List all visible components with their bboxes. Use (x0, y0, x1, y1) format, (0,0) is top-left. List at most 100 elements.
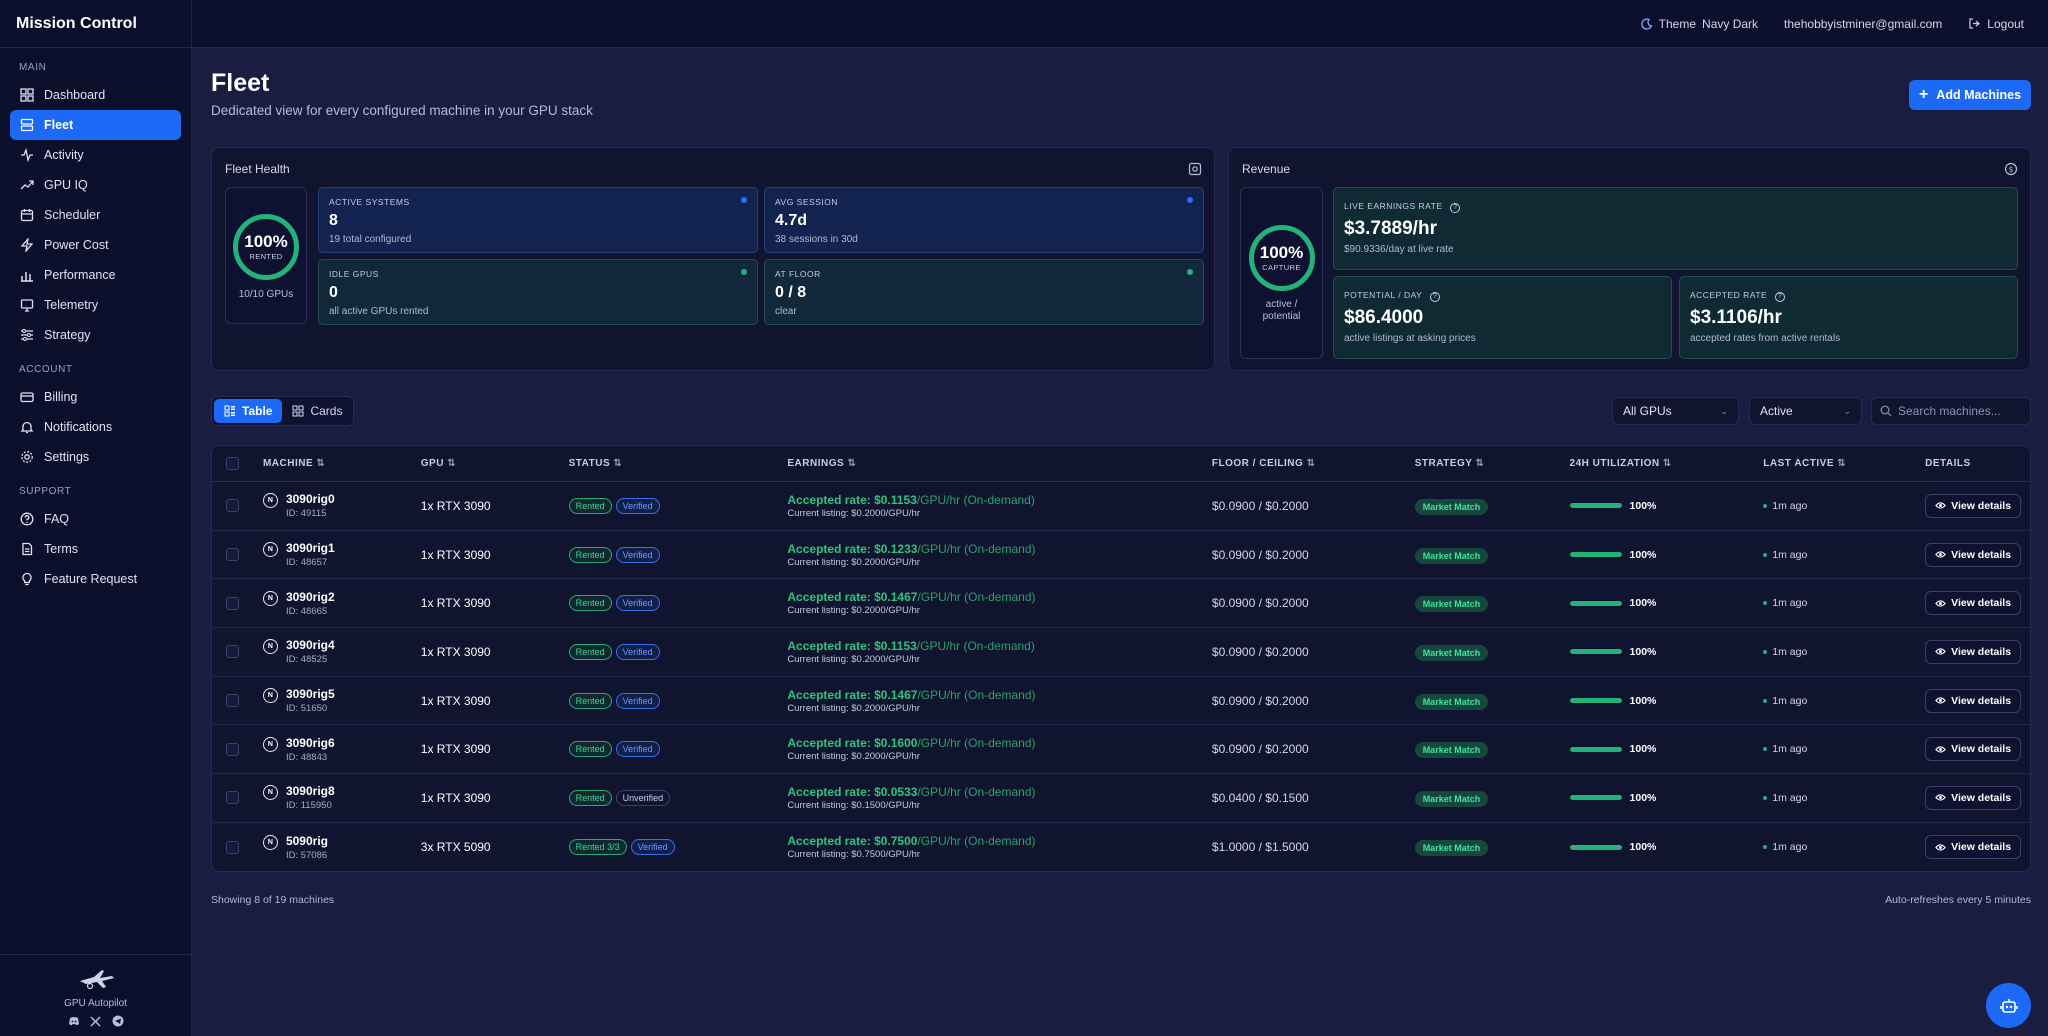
view-details-button[interactable]: View details (1925, 785, 2022, 810)
sidebar-item-gpu-iq[interactable]: GPU IQ (10, 170, 181, 200)
screenshot-icon[interactable] (1188, 162, 1202, 176)
utilization-track (1569, 552, 1622, 558)
gpu-cell: 1x RTX 3090 (420, 693, 491, 708)
sidebar-item-strategy[interactable]: Strategy (10, 320, 181, 350)
row-checkbox[interactable] (226, 645, 239, 659)
machines-table: MACHINE ⇅ GPU ⇅ STATUS ⇅ EARNINGS ⇅ FLOOR / … (211, 445, 2031, 872)
help-icon[interactable]: ? (1450, 203, 1461, 213)
stat-sub: 19 total configured (329, 234, 412, 245)
column-label: 24H UTILIZATION (1569, 458, 1660, 469)
gpu-filter-select[interactable]: All GPUs ⌄ (1612, 397, 1739, 425)
sidebar-item-activity[interactable]: Activity (10, 140, 181, 170)
rented-pct: 100% (244, 232, 288, 251)
status-dot (1187, 269, 1193, 275)
utilization-cell: 100% (1569, 548, 1764, 561)
sidebar-item-billing[interactable]: Billing (10, 382, 181, 412)
row-checkbox[interactable] (226, 840, 239, 854)
rented-badge: Rented 3/3 (568, 839, 627, 856)
column-header[interactable]: LAST ACTIVE ⇅ (1763, 458, 1925, 469)
sidebar-item-settings[interactable]: Settings (10, 442, 181, 472)
last-active-cell: 1m ago (1763, 500, 1925, 512)
help-icon[interactable]: ? (1430, 292, 1441, 302)
strategy-cell: Market Match (1414, 547, 1570, 564)
view-details-button[interactable]: View details (1925, 639, 2022, 664)
x-icon[interactable] (90, 1015, 102, 1027)
capture-caption-2: potential (1262, 311, 1301, 322)
rented-badge: Rented (568, 741, 612, 758)
select-all-checkbox[interactable] (226, 457, 239, 470)
sidebar-item-faq[interactable]: FAQ (10, 504, 181, 534)
sidebar-item-label: Dashboard (44, 88, 106, 102)
sidebar-item-terms[interactable]: Terms (10, 534, 181, 564)
row-checkbox[interactable] (226, 791, 239, 805)
details-cell: View details (1925, 639, 2030, 664)
view-details-button[interactable]: View details (1925, 591, 2022, 616)
discord-icon[interactable] (68, 1015, 80, 1027)
machine-name: 3090rig0 (285, 492, 335, 507)
earnings-cell: Accepted rate: $0.1233/GPU/hr (On-demand… (787, 542, 1212, 568)
column-header[interactable]: STATUS ⇅ (569, 458, 788, 469)
sidebar-item-dashboard[interactable]: Dashboard (10, 80, 181, 110)
row-checkbox[interactable] (226, 499, 239, 513)
current-listing: Current listing: $0.2000/GPU/hr (787, 605, 920, 617)
theme-switcher[interactable]: Theme Navy Dark (1641, 17, 1758, 31)
sidebar-item-scheduler[interactable]: Scheduler (10, 200, 181, 230)
view-details-button[interactable]: View details (1925, 835, 2022, 860)
accepted-rate: Accepted rate: $0.0533 (787, 784, 918, 799)
utilization-bar (1569, 698, 1622, 704)
row-checkbox[interactable] (226, 694, 239, 708)
logout-button[interactable]: Logout (1968, 17, 2024, 31)
last-active-cell: 1m ago (1763, 743, 1925, 755)
sidebar-item-notifications[interactable]: Notifications (10, 412, 181, 442)
tab-cards[interactable]: Cards (282, 399, 352, 423)
sidebar-item-telemetry[interactable]: Telemetry (10, 290, 181, 320)
utilization-track (1569, 698, 1622, 704)
last-active-cell: 1m ago (1763, 646, 1925, 658)
utilization-value: 100% (1629, 694, 1657, 707)
row-select-cell (212, 694, 263, 708)
view-details-button[interactable]: View details (1925, 493, 2022, 518)
row-checkbox[interactable] (226, 596, 239, 610)
search-input[interactable]: Search machines... (1898, 404, 2001, 418)
chat-assistant-button[interactable] (1986, 983, 2031, 1028)
earnings-cell: Accepted rate: $0.1153/GPU/hr (On-demand… (787, 639, 1212, 665)
view-details-label: View details (1951, 597, 2012, 610)
status-filter-select[interactable]: Active ⌄ (1749, 397, 1862, 425)
utilization-value: 100% (1629, 597, 1657, 610)
add-machines-button[interactable]: + Add Machines (1909, 80, 2031, 110)
current-listing: Current listing: $0.7500/GPU/hr (787, 849, 920, 861)
sidebar-item-performance[interactable]: Performance (10, 260, 181, 290)
view-details-button[interactable]: View details (1925, 542, 2022, 567)
column-header[interactable]: EARNINGS ⇅ (787, 458, 1212, 469)
dollar-icon[interactable]: $ (2004, 162, 2018, 176)
utilization-cell: 100% (1569, 743, 1764, 755)
theme-value: Navy Dark (1702, 16, 1759, 31)
column-header[interactable]: STRATEGY ⇅ (1415, 458, 1570, 469)
sidebar-item-label: GPU IQ (44, 178, 88, 192)
tab-table[interactable]: Table (214, 399, 283, 423)
sidebar-item-power-cost[interactable]: Power Cost (10, 230, 181, 260)
view-details-button[interactable]: View details (1925, 688, 2022, 713)
help-icon[interactable]: ? (1775, 292, 1786, 302)
last-active-value: 1m ago (1772, 694, 1808, 707)
search-box[interactable]: Search machines... (1871, 397, 2031, 425)
column-header[interactable]: FLOOR / CEILING ⇅ (1212, 458, 1415, 469)
sidebar-item-label: Performance (44, 268, 116, 282)
sidebar-item-label: Telemetry (44, 298, 99, 312)
sidebar-item-fleet[interactable]: Fleet (10, 110, 181, 140)
utilization-value: 100% (1629, 548, 1657, 561)
view-details-label: View details (1951, 841, 2012, 854)
column-header[interactable]: GPU ⇅ (421, 458, 569, 469)
floor-ceiling-cell: $0.0900 / $0.2000 (1211, 498, 1309, 513)
column-header[interactable]: 24H UTILIZATION ⇅ (1570, 458, 1764, 469)
row-checkbox[interactable] (226, 548, 239, 562)
idle-gpus-card: IDLE GPUS 0 all active GPUs rented (318, 259, 758, 325)
last-active-cell: 1m ago (1763, 549, 1925, 561)
machine-cell: N 3090rig1 ID: 48657 (262, 541, 421, 568)
sidebar-item-feature-request[interactable]: Feature Request (10, 564, 181, 594)
column-header[interactable]: MACHINE ⇅ (263, 458, 421, 469)
avg-session-card: AVG SESSION 4.7d 38 sessions in 30d (764, 187, 1204, 253)
view-details-button[interactable]: View details (1925, 737, 2022, 762)
row-checkbox[interactable] (226, 742, 239, 756)
telegram-icon[interactable] (112, 1015, 124, 1027)
